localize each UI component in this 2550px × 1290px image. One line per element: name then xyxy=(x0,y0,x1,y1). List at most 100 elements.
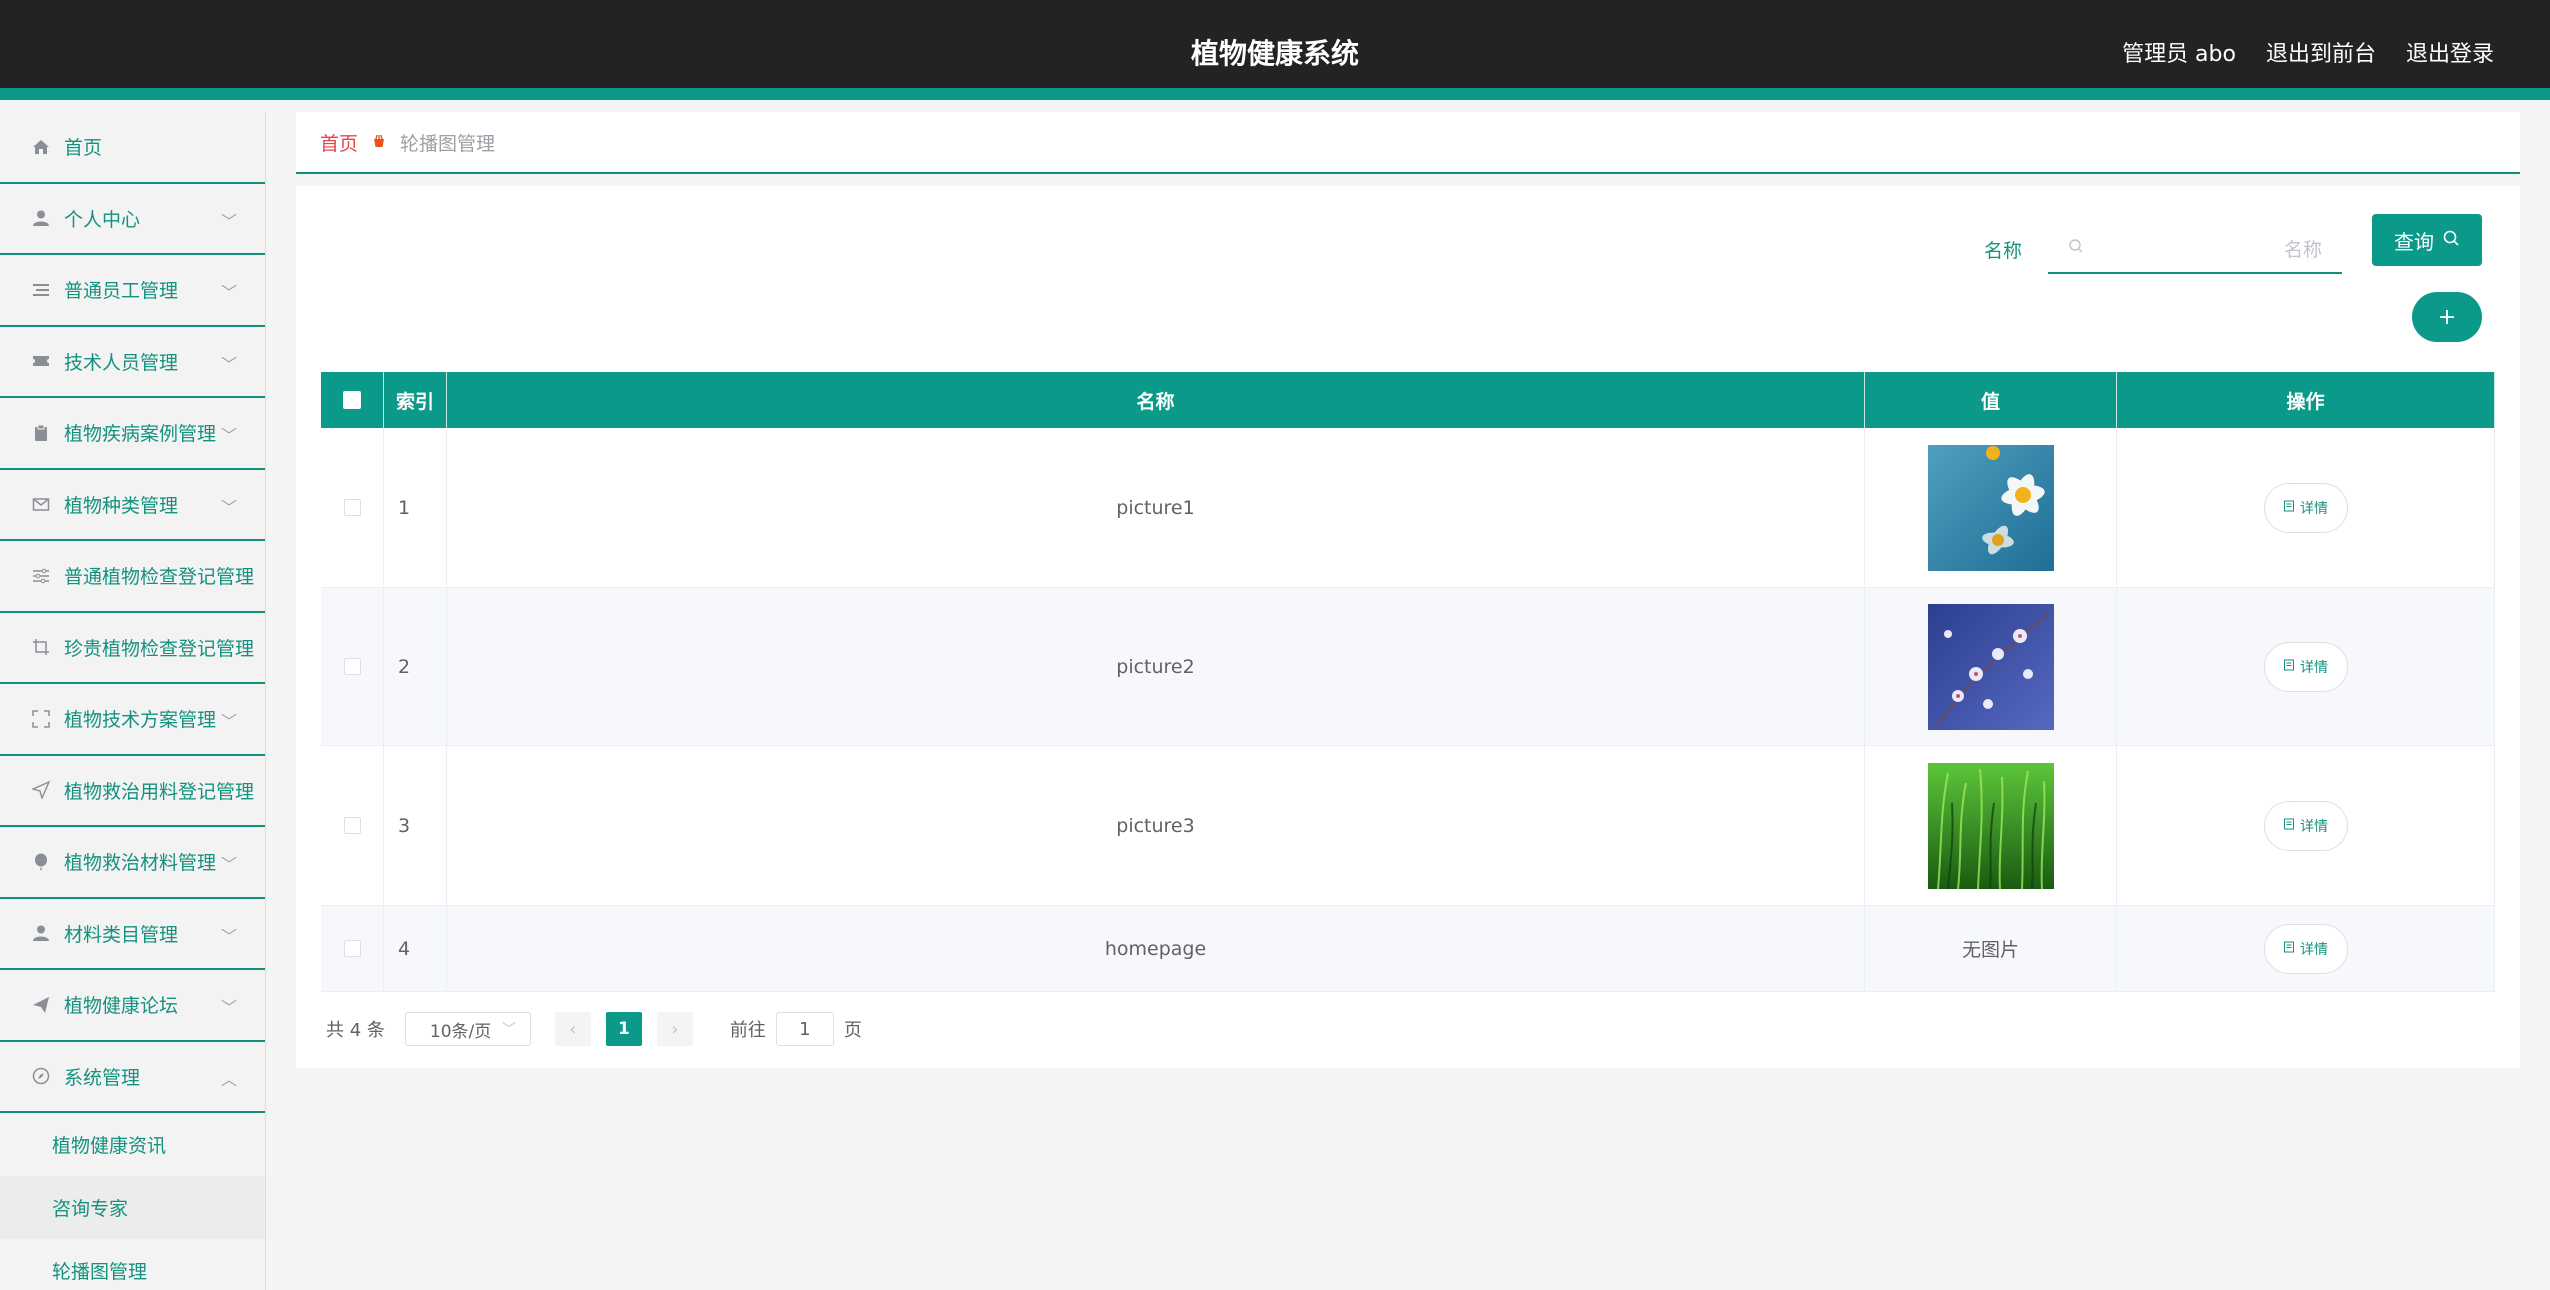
sidebar-item-label: 植物救治用料登记管理 xyxy=(64,780,255,803)
sidebar-item-label: 珍贵植物检查登记管理 xyxy=(64,637,255,660)
sidebar-item-label: 首页 xyxy=(64,137,103,160)
sidebar-item-rare-inspection[interactable]: 珍贵植物检查登记管理 xyxy=(0,612,265,684)
table-row: 3 picture3 详情 xyxy=(321,746,2495,906)
chevron-down-icon: ﹀ xyxy=(501,1022,516,1038)
document-icon xyxy=(2283,500,2295,516)
detail-button[interactable]: 详情 xyxy=(2263,800,2348,851)
chevron-down-icon: ﹀ xyxy=(220,497,237,517)
sidebar-subitem-plant-news[interactable]: 植物健康资讯 xyxy=(0,1113,265,1176)
next-page-button[interactable]: › xyxy=(656,1012,693,1046)
detail-button[interactable]: 详情 xyxy=(2263,923,2348,974)
page-number-current[interactable]: 1 xyxy=(605,1012,642,1046)
page-size-select[interactable]: 10条/页 ﹀ xyxy=(404,1012,531,1046)
exit-to-front-link[interactable]: 退出到前台 xyxy=(2266,36,2376,68)
sidebar-item-label: 植物技术方案管理 xyxy=(64,709,217,732)
search-input[interactable]: 名称 xyxy=(2048,224,2342,274)
prev-page-button[interactable]: ‹ xyxy=(554,1012,591,1046)
sidebar-item-label: 普通植物检查登记管理 xyxy=(64,566,255,589)
document-icon xyxy=(2283,941,2295,957)
sidebar-item-disease-cases[interactable]: 植物疾病案例管理 ﹀ xyxy=(0,398,265,470)
sliders-icon xyxy=(30,565,52,587)
detail-button[interactable]: 详情 xyxy=(2263,482,2348,533)
header-index[interactable]: 索引 xyxy=(384,372,447,428)
table-row: 1 picture1 详情 xyxy=(321,428,2495,588)
admin-user-label[interactable]: 管理员 abo xyxy=(2122,36,2236,68)
sidebar-item-normal-inspection[interactable]: 普通植物检查登记管理 xyxy=(0,541,265,613)
fullscreen-icon xyxy=(30,708,52,730)
row-checkbox[interactable] xyxy=(343,817,361,834)
search-icon xyxy=(2442,228,2460,252)
sidebar-item-label: 普通员工管理 xyxy=(64,280,179,303)
sidebar-item-tech-plans[interactable]: 植物技术方案管理 ﹀ xyxy=(0,684,265,756)
sidebar-item-plant-species[interactable]: 植物种类管理 ﹀ xyxy=(0,469,265,541)
goto-page-input[interactable]: 1 xyxy=(775,1012,834,1046)
sidebar-item-home[interactable]: 首页 xyxy=(0,112,265,184)
mail-icon xyxy=(30,493,52,515)
goto-suffix: 页 xyxy=(843,1020,862,1041)
row-name: picture3 xyxy=(447,746,1865,905)
sidebar-item-treatment-materials[interactable]: 植物救治材料管理 ﹀ xyxy=(0,827,265,899)
search-bar: 名称 名称 xyxy=(1984,224,2342,274)
sidebar-item-material-categories[interactable]: 材料类目管理 ﹀ xyxy=(0,898,265,970)
clipboard-icon xyxy=(30,422,52,444)
query-button[interactable]: 查询 xyxy=(2372,214,2482,266)
daisy-thumbnail[interactable] xyxy=(1927,444,2054,571)
add-button[interactable]: + xyxy=(2412,292,2482,342)
sidebar-item-forum[interactable]: 植物健康论坛 ﹀ xyxy=(0,970,265,1042)
sidebar-subitem-consult-expert[interactable]: 咨询专家 xyxy=(0,1176,265,1239)
table-row: 4 homepage 无图片 详情 xyxy=(321,906,2495,992)
header-value[interactable]: 值 xyxy=(1865,372,2117,428)
sidebar-item-staff[interactable]: 普通员工管理 ﹀ xyxy=(0,255,265,327)
chevron-down-icon: ﹀ xyxy=(220,712,237,731)
sidebar-item-technicians[interactable]: 技术人员管理 ﹀ xyxy=(0,326,265,398)
sidebar-item-system[interactable]: 系统管理 ︿ xyxy=(0,1041,265,1113)
home-icon xyxy=(30,136,52,158)
breadcrumb-home[interactable]: 首页 xyxy=(320,129,358,156)
sidebar-item-label: 植物疾病案例管理 xyxy=(64,423,217,446)
paper-plane-icon xyxy=(30,994,52,1016)
row-checkbox[interactable] xyxy=(343,940,361,957)
row-checkbox[interactable] xyxy=(343,658,361,675)
page-size-value: 10条/页 xyxy=(429,1021,492,1042)
chevron-up-icon: ︿ xyxy=(220,1069,237,1089)
top-header: 植物健康系统 管理员 abo 退出到前台 退出登录 xyxy=(0,0,2550,100)
table-header: 索引 名称 值 操作 xyxy=(321,372,2495,428)
chevron-down-icon: ﹀ xyxy=(220,354,237,374)
sidebar-item-label: 系统管理 xyxy=(64,1066,141,1089)
breadcrumb-current: 轮播图管理 xyxy=(400,132,496,155)
content-panel: 名称 名称 查询 + 索引 名称 值 操作 1 picture1 详情 2 pi… xyxy=(296,186,2520,1068)
header-nav: 管理员 abo 退出到前台 退出登录 xyxy=(2122,36,2494,68)
grass-thumbnail[interactable] xyxy=(1927,762,2054,889)
chevron-down-icon: ﹀ xyxy=(220,926,237,946)
balloon-icon xyxy=(30,851,52,873)
crop-icon xyxy=(30,636,52,658)
logout-link[interactable]: 退出登录 xyxy=(2406,36,2494,68)
compass-icon xyxy=(30,1065,52,1087)
chevron-down-icon: ﹀ xyxy=(220,998,237,1017)
document-icon xyxy=(2283,659,2295,675)
chevron-down-icon: ﹀ xyxy=(220,283,237,302)
row-index: 2 xyxy=(384,588,447,745)
select-all-cell xyxy=(321,372,384,428)
row-index: 1 xyxy=(384,428,447,587)
row-name: picture1 xyxy=(447,428,1865,587)
sidebar-item-treatment-usage[interactable]: 植物救治用料登记管理 xyxy=(0,755,265,827)
sidebar: 首页 个人中心 ﹀ 普通员工管理 ﹀ 技术人员管理 ﹀ 植物疾病案例管理 ﹀ 植… xyxy=(0,112,266,1290)
detail-button-label: 详情 xyxy=(2300,818,2328,835)
header-actions: 操作 xyxy=(2117,372,2495,428)
sidebar-item-label: 材料类目管理 xyxy=(64,923,179,946)
blossom-thumbnail[interactable] xyxy=(1927,603,2054,730)
sidebar-item-personal-center[interactable]: 个人中心 ﹀ xyxy=(0,183,265,255)
breadcrumb: 首页 轮播图管理 xyxy=(296,112,2520,174)
detail-button[interactable]: 详情 xyxy=(2263,641,2348,692)
goto-prefix: 前往 xyxy=(729,1020,766,1041)
select-all-checkbox[interactable] xyxy=(343,391,361,409)
row-name: homepage xyxy=(447,906,1865,991)
document-icon xyxy=(2283,818,2295,834)
user-icon xyxy=(30,922,52,944)
row-checkbox[interactable] xyxy=(343,499,361,516)
header-name[interactable]: 名称 xyxy=(447,372,1865,428)
sidebar-subitem-carousel[interactable]: 轮播图管理 xyxy=(0,1239,265,1290)
send-icon xyxy=(30,779,52,801)
row-no-image: 无图片 xyxy=(1865,906,2117,991)
